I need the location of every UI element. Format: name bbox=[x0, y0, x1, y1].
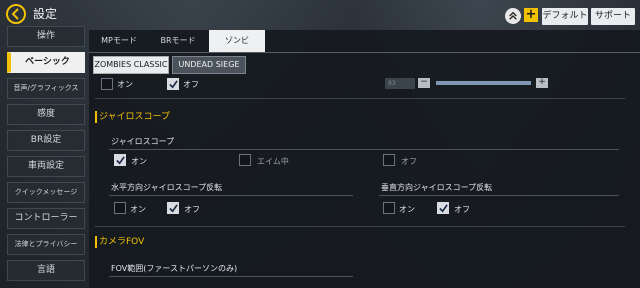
horizontal-off-label: オフ bbox=[184, 205, 200, 214]
slider-track[interactable] bbox=[436, 81, 531, 85]
main-panel: MPモード BRモード ゾンビ ZOMBIES CLASSIC UNDEAD S… bbox=[89, 30, 640, 288]
gyro-section-heading: ジャイロスコープ bbox=[95, 110, 171, 124]
mode-tabs: MPモード BRモード ゾンビ bbox=[89, 30, 640, 52]
sidebar-item-sensitivity[interactable]: 感度 bbox=[7, 104, 85, 125]
sidebar-item-basic[interactable]: ベーシック bbox=[7, 52, 85, 73]
gyro-aim-checkbox[interactable] bbox=[239, 154, 251, 166]
on-checkbox[interactable] bbox=[101, 78, 113, 90]
sidebar-item-audio-graphics[interactable]: 音声/グラフィックス bbox=[7, 78, 85, 99]
gyro-title-underline bbox=[109, 149, 619, 150]
horizontal-title-underline bbox=[109, 195, 353, 196]
divider bbox=[95, 98, 625, 99]
gyro-on-checkbox[interactable] bbox=[114, 154, 126, 166]
tab-br-mode[interactable]: BRモード bbox=[149, 30, 207, 52]
slider-minus-button[interactable]: − bbox=[418, 78, 430, 88]
chevron-left-icon bbox=[11, 8, 19, 20]
fov-range-title: FOV範囲(ファーストパーソンのみ) bbox=[111, 264, 238, 273]
gyro-title: ジャイロスコープ bbox=[111, 137, 175, 146]
sidebar-item-controller[interactable]: コントローラー bbox=[7, 208, 85, 229]
support-button[interactable]: サポート bbox=[591, 8, 635, 25]
vertical-gyro-title: 垂直方向ジャイロスコープ反転 bbox=[381, 183, 493, 192]
section-marker bbox=[95, 236, 97, 248]
sidebar-item-quick-message[interactable]: クイックメッセージ bbox=[7, 182, 85, 203]
sidebar-item-br-settings[interactable]: BR設定 bbox=[7, 130, 85, 151]
add-button[interactable]: + bbox=[524, 8, 538, 22]
double-chevron-up-icon bbox=[509, 11, 517, 20]
tab-mp-mode[interactable]: MPモード bbox=[89, 30, 149, 52]
gyro-off-checkbox[interactable] bbox=[383, 154, 395, 166]
sidebar-item-vehicle-settings[interactable]: 車両設定 bbox=[7, 156, 85, 177]
divider bbox=[95, 226, 625, 227]
off-checkbox[interactable] bbox=[167, 78, 179, 90]
horizontal-on-checkbox[interactable] bbox=[114, 202, 126, 214]
check-icon bbox=[439, 204, 448, 213]
top-bar: 設定 + デフォルト サポート bbox=[0, 0, 640, 28]
horizontal-off-checkbox[interactable] bbox=[167, 202, 179, 214]
tab-divider bbox=[89, 52, 640, 53]
gyro-on-label: オン bbox=[131, 157, 147, 166]
gyro-off-label: オフ bbox=[401, 157, 417, 166]
camera-fov-heading: カメラFOV bbox=[95, 235, 145, 249]
vertical-off-label: オフ bbox=[454, 205, 470, 214]
camera-fov-heading-text: カメラFOV bbox=[99, 237, 145, 247]
sidebar: 操作 ベーシック 音声/グラフィックス 感度 BR設定 車両設定 クイックメッセ… bbox=[7, 26, 85, 286]
slider-plus-button[interactable]: + bbox=[536, 78, 548, 88]
check-icon bbox=[169, 204, 178, 213]
gyro-aim-label: エイム中 bbox=[257, 157, 289, 166]
off-label: オフ bbox=[183, 80, 199, 89]
vertical-on-label: オン bbox=[399, 205, 415, 214]
on-label: オン bbox=[117, 80, 133, 89]
vertical-off-checkbox[interactable] bbox=[437, 202, 449, 214]
gyro-section-heading-text: ジャイロスコープ bbox=[99, 112, 171, 122]
check-icon bbox=[116, 156, 125, 165]
check-icon bbox=[169, 80, 178, 89]
horizontal-on-label: オン bbox=[130, 205, 146, 214]
tab-zombies[interactable]: ゾンビ bbox=[209, 30, 265, 52]
sidebar-item-legal-privacy[interactable]: 法律とプライバシー bbox=[7, 234, 85, 255]
back-button[interactable] bbox=[6, 4, 26, 24]
horizontal-gyro-title: 水平方向ジャイロスコープ反転 bbox=[111, 183, 223, 192]
page-title: 設定 bbox=[33, 7, 58, 21]
fov-title-underline bbox=[109, 276, 353, 277]
slider-value: 83 bbox=[385, 78, 415, 89]
subtab-zombies-classic[interactable]: ZOMBIES CLASSIC bbox=[93, 56, 169, 74]
section-marker bbox=[95, 111, 97, 123]
subtab-undead-siege[interactable]: UNDEAD SIEGE bbox=[172, 56, 246, 74]
sidebar-item-controls[interactable]: 操作 bbox=[7, 26, 85, 47]
collapse-button[interactable] bbox=[505, 8, 521, 24]
vertical-title-underline bbox=[379, 195, 619, 196]
sidebar-item-language[interactable]: 言語 bbox=[7, 260, 85, 281]
vertical-on-checkbox[interactable] bbox=[383, 202, 395, 214]
default-button[interactable]: デフォルト bbox=[542, 8, 588, 25]
